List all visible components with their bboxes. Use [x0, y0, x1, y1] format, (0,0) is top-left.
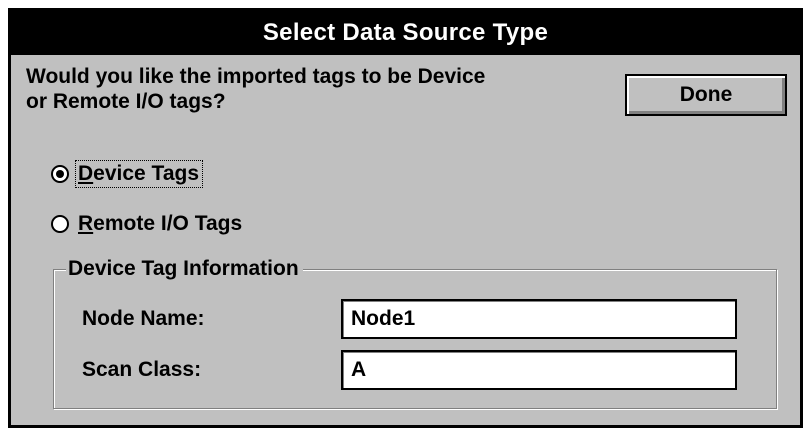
select-data-source-dialog: Select Data Source Type Would you like t… [8, 8, 803, 428]
scan-class-field[interactable] [341, 350, 737, 390]
device-tag-information-group: Device Tag Information Node Name: Scan C… [53, 256, 777, 409]
device-tags-label-rest: evice Tags [93, 162, 200, 185]
node-name-field[interactable] [341, 299, 737, 339]
group-title: Device Tag Information [66, 256, 303, 282]
dialog-title: Select Data Source Type [11, 11, 800, 55]
done-button[interactable]: Done [625, 74, 787, 116]
radio-unselected-icon[interactable] [51, 215, 69, 233]
scan-class-label: Scan Class: [82, 358, 202, 381]
remote-io-tags-label: Remote I/O Tags [77, 212, 244, 236]
prompt-line-2: or Remote I/O tags? [26, 90, 226, 113]
device-tags-label: Device Tags [74, 160, 204, 188]
remote-io-tags-label-rest: emote I/O Tags [93, 212, 243, 235]
device-tags-mnemonic: D [78, 162, 94, 185]
remote-io-tags-radio[interactable]: Remote I/O Tags [51, 212, 244, 236]
remote-io-tags-mnemonic: R [78, 212, 94, 235]
node-name-label: Node Name: [82, 307, 205, 330]
prompt-text: Would you like the imported tags to be D… [26, 64, 606, 114]
prompt-line-1: Would you like the imported tags to be D… [26, 65, 486, 88]
radio-selected-icon[interactable] [51, 165, 69, 183]
device-tags-radio[interactable]: Device Tags [51, 160, 204, 188]
